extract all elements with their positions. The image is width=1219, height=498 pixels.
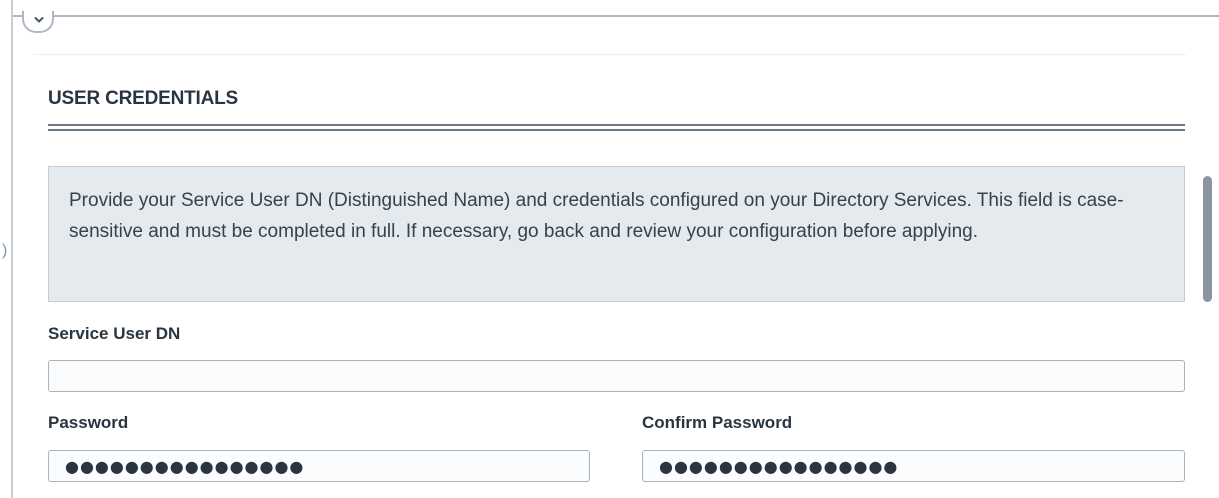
scrollbar-thumb[interactable] bbox=[1203, 176, 1212, 302]
password-label: Password bbox=[48, 413, 129, 432]
top-divider bbox=[13, 15, 1219, 17]
chevron-down-icon bbox=[34, 17, 44, 23]
confirm-password-label: Confirm Password bbox=[642, 413, 793, 432]
title-rule bbox=[48, 129, 1185, 131]
info-box: Provide your Service User DN (Distinguis… bbox=[48, 166, 1185, 302]
service-user-dn-label: Service User DN bbox=[48, 324, 181, 343]
info-text: Provide your Service User DN (Distinguis… bbox=[69, 190, 1124, 242]
confirm-password-input[interactable]: ●●●●●●●●●●●●●●●● bbox=[642, 450, 1185, 482]
chevron-left-icon[interactable]: ) bbox=[2, 238, 10, 264]
page: ) USER CREDENTIALS Provide your Service … bbox=[0, 0, 1219, 498]
title-rule bbox=[48, 124, 1185, 126]
password-input[interactable]: ●●●●●●●●●●●●●●●● bbox=[48, 450, 590, 482]
collapse-toggle-button[interactable] bbox=[22, 11, 54, 33]
password-value: ●●●●●●●●●●●●●●●● bbox=[65, 457, 305, 476]
section-title: USER CREDENTIALS bbox=[48, 88, 238, 109]
confirm-password-value: ●●●●●●●●●●●●●●●● bbox=[659, 457, 899, 476]
service-user-dn-input[interactable] bbox=[48, 360, 1185, 392]
divider bbox=[33, 54, 1186, 55]
